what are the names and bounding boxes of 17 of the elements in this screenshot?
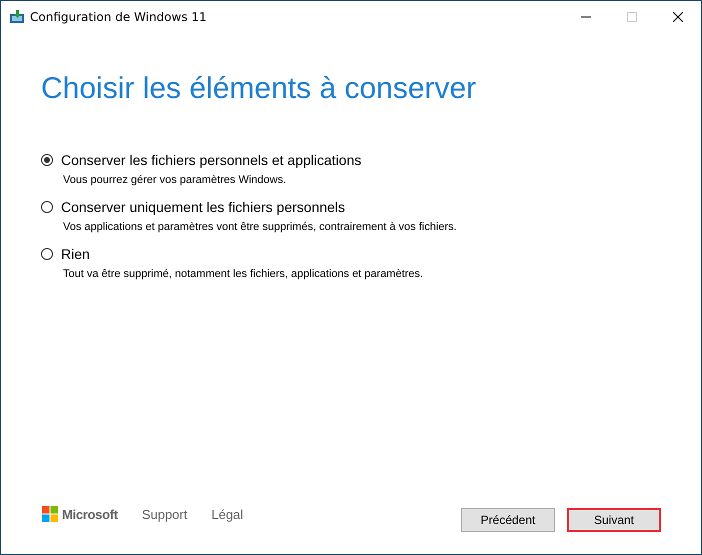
radio-option[interactable]: Rien (41, 246, 90, 262)
option-description: Vos applications et paramètres vont être supprimés, contrairement à vos fichiers. (63, 221, 457, 233)
close-icon (673, 12, 683, 22)
window-title: Configuration de Windows 11 (30, 10, 208, 24)
option-description: Tout va être supprimé, notamment les fichiers, applications et paramètres. (63, 268, 424, 280)
microsoft-logo-icon (42, 506, 58, 522)
brand-name: Microsoft (62, 506, 118, 522)
footer-link[interactable]: Support (142, 506, 188, 522)
radio-option[interactable]: Conserver uniquement les fichiers personnels (41, 199, 346, 215)
footer-link[interactable]: Légal (211, 506, 244, 522)
page-heading: Choisir les éléments à conserver (41, 72, 476, 106)
back-button[interactable]: Précédent (461, 508, 555, 532)
setup-icon (10, 10, 24, 23)
next-button[interactable]: Suivant (567, 508, 661, 532)
maximize-icon (627, 12, 637, 22)
option-description: Vous pourrez gérer vos paramètres Windows. (63, 174, 286, 186)
radio-option[interactable]: Conserver les fichiers personnels et applications (41, 152, 362, 168)
